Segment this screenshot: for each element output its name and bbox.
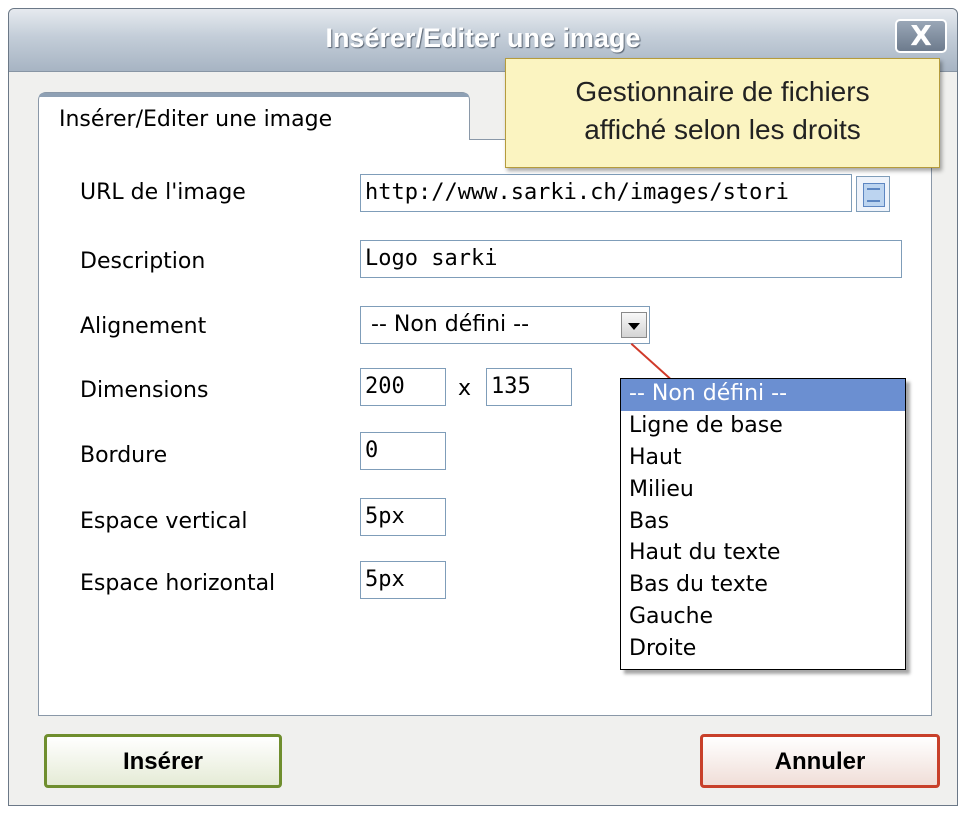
- dropdown-option-droite[interactable]: Droite: [621, 634, 905, 666]
- dropdown-option-non-defini[interactable]: -- Non défini --: [621, 379, 905, 411]
- alignment-select[interactable]: -- Non défini --: [360, 306, 650, 344]
- tab-label: Insérer/Editer une image: [59, 107, 333, 132]
- file-browser-icon: [863, 183, 885, 207]
- width-input[interactable]: 200: [360, 368, 446, 406]
- description-label: Description: [80, 249, 206, 274]
- alignment-dropdown-list: -- Non défini -- Ligne de base Haut Mili…: [620, 378, 906, 670]
- border-input[interactable]: 0: [360, 432, 446, 470]
- dropdown-option-gauche[interactable]: Gauche: [621, 602, 905, 634]
- browse-button[interactable]: [856, 176, 890, 212]
- close-button[interactable]: X: [895, 19, 947, 53]
- times-symbol: x: [458, 376, 472, 401]
- dropdown-option-bas-du-texte[interactable]: Bas du texte: [621, 570, 905, 602]
- description-input[interactable]: Logo sarki: [360, 240, 902, 278]
- url-input[interactable]: http://www.sarki.ch/images/stori: [360, 174, 852, 212]
- dropdown-option-milieu[interactable]: Milieu: [621, 475, 905, 507]
- chevron-down-icon[interactable]: [621, 312, 647, 338]
- tooltip-line-1: Gestionnaire de fichiers: [575, 76, 870, 107]
- height-input[interactable]: 135: [486, 368, 572, 406]
- dialog-title: Insérer/Editer une image: [325, 23, 641, 53]
- dropdown-option-haut-du-texte[interactable]: Haut du texte: [621, 538, 905, 570]
- dimensions-label: Dimensions: [80, 378, 209, 403]
- tab-insert-edit-image[interactable]: Insérer/Editer une image: [38, 92, 470, 140]
- vspace-input[interactable]: 5px: [360, 498, 446, 536]
- dropdown-option-ligne-de-base[interactable]: Ligne de base: [621, 411, 905, 443]
- vspace-label: Espace vertical: [80, 509, 248, 534]
- alignment-label: Alignement: [80, 314, 207, 339]
- close-icon: X: [910, 19, 932, 52]
- border-label: Bordure: [80, 443, 168, 468]
- cancel-button[interactable]: Annuler: [700, 734, 940, 788]
- url-label: URL de l'image: [80, 180, 246, 205]
- hspace-input[interactable]: 5px: [360, 561, 446, 599]
- dropdown-option-haut[interactable]: Haut: [621, 443, 905, 475]
- file-manager-tooltip: Gestionnaire de fichiers affiché selon l…: [505, 58, 940, 168]
- insert-button[interactable]: Insérer: [44, 734, 282, 788]
- dropdown-option-bas[interactable]: Bas: [621, 507, 905, 539]
- alignment-selected-value: -- Non défini --: [371, 312, 530, 337]
- tooltip-line-2: affiché selon les droits: [584, 114, 861, 145]
- hspace-label: Espace horizontal: [80, 571, 276, 596]
